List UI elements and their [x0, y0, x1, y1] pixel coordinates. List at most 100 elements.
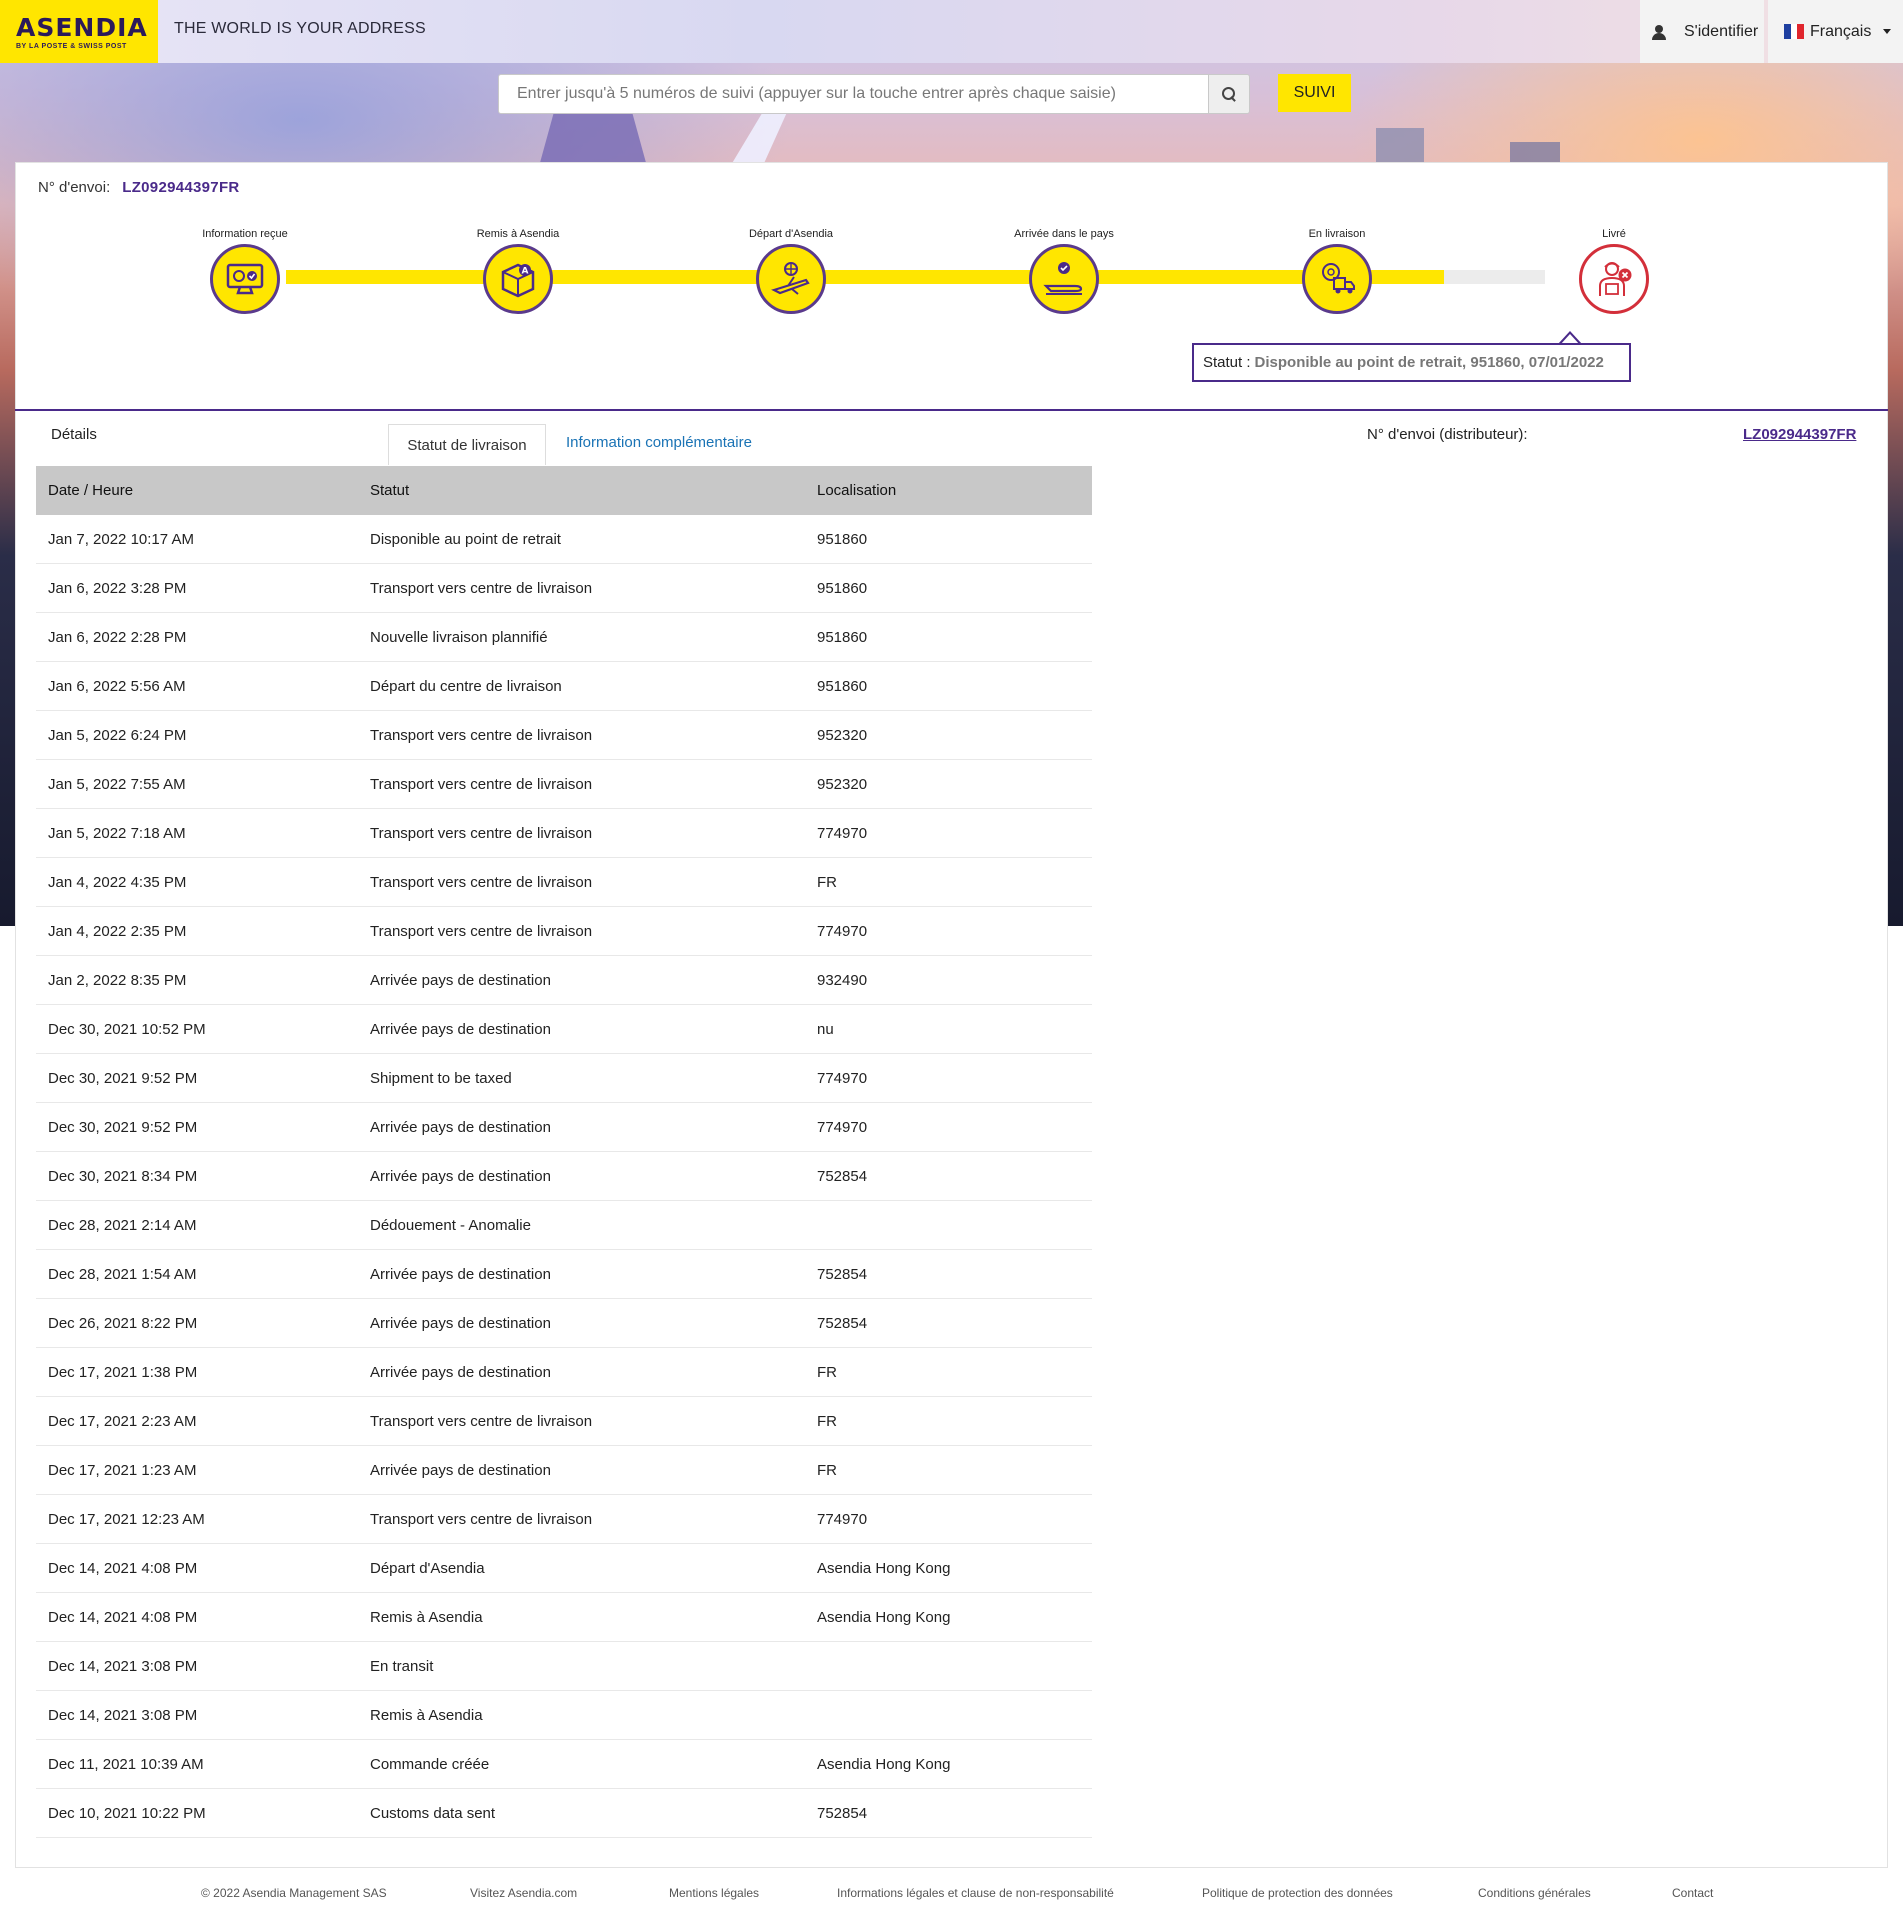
cell-date: Jan 5, 2022 6:24 PM — [48, 726, 187, 744]
table-row: Dec 30, 2021 10:52 PM Arrivée pays de des… — [36, 1005, 1092, 1054]
cell-location: Asendia Hong Kong — [817, 1755, 951, 1773]
cell-location: Asendia Hong Kong — [817, 1608, 951, 1626]
chevron-down-icon — [1883, 29, 1892, 34]
cell-status: Arrivée pays de destination — [370, 1020, 551, 1038]
cell-location: 932490 — [817, 971, 868, 989]
cell-status: Transport vers centre de livraison — [370, 824, 593, 842]
column-header-location: Localisation — [817, 482, 897, 499]
search-button[interactable] — [1209, 74, 1250, 114]
cell-status: Transport vers centre de livraison — [370, 726, 593, 744]
footer-link-asendia[interactable]: Visitez Asendia.com — [470, 1886, 577, 1900]
cell-status: Transport vers centre de livraison — [370, 873, 593, 891]
search-icon — [1222, 87, 1236, 101]
cell-date: Dec 11, 2021 10:39 AM — [48, 1755, 204, 1773]
tab-statut-livraison[interactable]: Statut de livraison — [388, 424, 546, 465]
tab-information-complementaire[interactable]: Information complémentaire — [566, 434, 752, 451]
table-row: Dec 30, 2021 9:52 PM Shipment to be taxed… — [36, 1054, 1092, 1103]
distributor-number-link[interactable]: LZ092944397FR — [1743, 426, 1856, 443]
cell-location: FR — [817, 1412, 837, 1430]
cell-location: 951860 — [817, 530, 868, 548]
cell-location: FR — [817, 1363, 837, 1381]
step-en-livraison: En livraison — [1257, 228, 1417, 314]
monitor-check-icon — [210, 244, 280, 314]
cell-location: 752854 — [817, 1167, 868, 1185]
logo-subtitle: BY LA POSTE & SWISS POST — [16, 42, 127, 50]
cell-date: Jan 6, 2022 2:28 PM — [48, 628, 187, 646]
cell-status: Remis à Asendia — [370, 1608, 483, 1626]
shipment-number: LZ092944397FR — [122, 179, 240, 196]
cell-status: Arrivée pays de destination — [370, 1314, 551, 1332]
cell-status: En transit — [370, 1657, 434, 1675]
cell-location: 952320 — [817, 775, 868, 793]
cell-date: Dec 17, 2021 1:38 PM — [48, 1363, 198, 1381]
track-button[interactable]: SUIVI — [1278, 74, 1351, 112]
step-information-recue: Information reçue — [165, 228, 325, 314]
step-label: Livré — [1602, 228, 1626, 240]
cell-status: Customs data sent — [370, 1804, 496, 1822]
step-arrivee-pays: Arrivée dans le pays — [984, 228, 1144, 314]
hero-tower-left — [538, 110, 648, 170]
footer-link-legal[interactable]: Informations légales et clause de non-re… — [837, 1886, 1114, 1900]
column-header-date: Date / Heure — [48, 482, 134, 499]
cell-status: Commande créée — [370, 1755, 490, 1773]
cell-status: Arrivée pays de destination — [370, 1118, 551, 1136]
footer-link-contact[interactable]: Contact — [1672, 1886, 1713, 1900]
login-button[interactable]: S'identifier — [1640, 0, 1764, 63]
footer-link-mentions[interactable]: Mentions légales — [669, 1886, 759, 1900]
cell-date: Dec 14, 2021 4:08 PM — [48, 1559, 198, 1577]
tracking-events-table: Date / Heure Statut Localisation Jan 7, … — [36, 466, 1092, 1838]
cell-date: Jan 2, 2022 8:35 PM — [48, 971, 187, 989]
cell-date: Jan 6, 2022 5:56 AM — [48, 677, 186, 695]
status-label: Statut : — [1203, 354, 1251, 371]
table-row: Dec 26, 2021 8:22 PM Arrivée pays de dest… — [36, 1299, 1092, 1348]
progress-bar-remaining — [1444, 270, 1545, 284]
cell-location: nu — [817, 1020, 834, 1038]
table-row: Dec 28, 2021 1:54 AM Arrivée pays de dest… — [36, 1250, 1092, 1299]
package-icon: A — [483, 244, 553, 314]
cell-date: Dec 17, 2021 12:23 AM — [48, 1510, 205, 1528]
table-row: Jan 6, 2022 3:28 PM Transport vers centre… — [36, 564, 1092, 613]
cell-date: Jan 7, 2022 10:17 AM — [48, 530, 194, 548]
table-row: Dec 14, 2021 3:08 PM Remis à Asendia — [36, 1691, 1092, 1740]
asendia-logo[interactable]: ASENDIA BY LA POSTE & SWISS POST — [0, 0, 158, 63]
details-label: Détails — [51, 426, 97, 443]
section-divider — [15, 409, 1888, 411]
footer: © 2022 Asendia Management SAS Visitez As… — [0, 1872, 1903, 1912]
cell-status: Dédouement - Anomalie — [370, 1216, 531, 1234]
cell-date: Dec 30, 2021 9:52 PM — [48, 1069, 198, 1087]
cell-location: 951860 — [817, 579, 868, 597]
step-livre: Livré — [1534, 228, 1694, 314]
cell-date: Dec 17, 2021 1:23 AM — [48, 1461, 197, 1479]
cell-date: Dec 30, 2021 10:52 PM — [48, 1020, 206, 1038]
tracking-search-input[interactable] — [498, 74, 1209, 114]
cell-status: Nouvelle livraison plannifié — [370, 628, 548, 646]
table-row: Dec 11, 2021 10:39 AM Commande créée Asend… — [36, 1740, 1092, 1789]
table-row: Dec 17, 2021 1:23 AM Arrivée pays de dest… — [36, 1446, 1092, 1495]
tagline: THE WORLD IS YOUR ADDRESS — [174, 20, 426, 37]
cell-date: Dec 30, 2021 8:34 PM — [48, 1167, 198, 1185]
cell-status: Transport vers centre de livraison — [370, 1510, 593, 1528]
plane-arrival-icon — [1029, 244, 1099, 314]
cell-location: 774970 — [817, 1069, 868, 1087]
delivery-truck-icon — [1302, 244, 1372, 314]
distributor-label: N° d'envoi (distributeur): — [1367, 426, 1528, 443]
cell-location: 951860 — [817, 628, 868, 646]
cell-status: Départ d'Asendia — [370, 1559, 485, 1577]
table-row: Jan 7, 2022 10:17 AM Disponible au point … — [36, 515, 1092, 564]
table-row: Dec 17, 2021 1:38 PM Arrivée pays de dest… — [36, 1348, 1092, 1397]
france-flag-icon — [1784, 24, 1805, 39]
step-label: Départ d'Asendia — [748, 228, 834, 240]
footer-link-privacy[interactable]: Politique de protection des données — [1202, 1886, 1393, 1900]
step-label: En livraison — [1308, 228, 1366, 240]
courier-error-icon — [1579, 244, 1649, 314]
table-row: Jan 5, 2022 7:55 AM Transport vers centre… — [36, 760, 1092, 809]
footer-link-terms[interactable]: Conditions générales — [1478, 1886, 1591, 1900]
language-selector[interactable]: Français — [1768, 0, 1903, 63]
cell-location: 774970 — [817, 824, 868, 842]
table-row: Jan 5, 2022 7:18 AM Transport vers centre… — [36, 809, 1092, 858]
logo-text: ASENDIA — [16, 12, 148, 42]
cell-location: 774970 — [817, 1510, 868, 1528]
cell-date: Dec 10, 2021 10:22 PM — [48, 1804, 206, 1822]
cell-date: Jan 4, 2022 4:35 PM — [48, 873, 187, 891]
login-label: S'identifier — [1684, 22, 1759, 40]
